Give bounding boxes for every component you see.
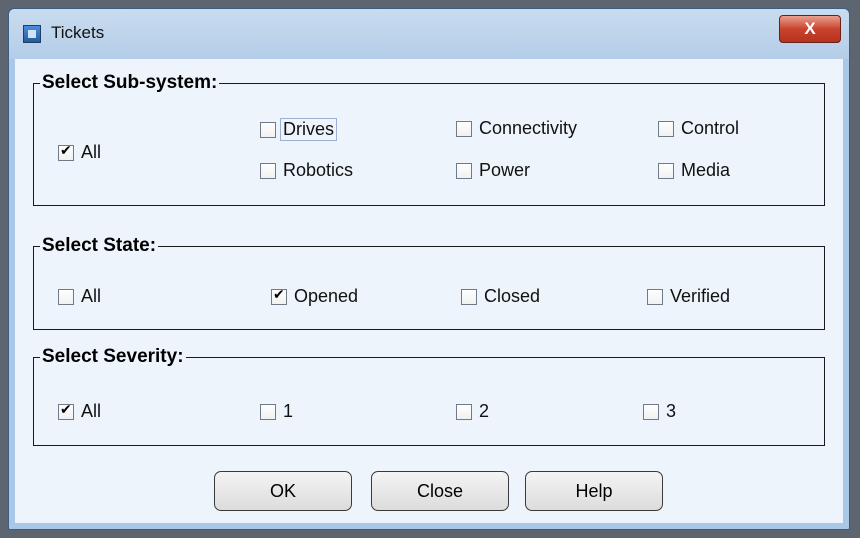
checkbox-label: 1	[283, 401, 294, 421]
state-legend: Select State:	[42, 235, 157, 256]
checkbox-box[interactable]	[58, 143, 74, 161]
window-close-button[interactable]: X	[779, 15, 841, 43]
checkbox-box[interactable]	[58, 288, 74, 305]
checkbox-label: All	[81, 401, 102, 421]
help-button[interactable]: Help	[525, 471, 663, 511]
dialog-content: Select Sub-system: All Drives Connectivi…	[15, 59, 843, 523]
checkbox-box[interactable]	[260, 121, 276, 138]
checkbox-box[interactable]	[456, 403, 472, 420]
checkbox-box[interactable]	[456, 120, 472, 137]
state-group: Select State:	[33, 236, 825, 330]
window-title: Tickets	[51, 23, 105, 42]
state-closed-checkbox[interactable]: Closed	[461, 286, 540, 307]
checkbox-label: All	[81, 286, 102, 306]
checkbox-box[interactable]	[260, 403, 276, 420]
subsystem-robotics-checkbox[interactable]: Robotics	[260, 160, 353, 181]
subsystem-media-checkbox[interactable]: Media	[658, 160, 730, 181]
tickets-dialog: Tickets X Select Sub-system: All Drives …	[8, 8, 850, 530]
state-opened-checkbox[interactable]: Opened	[271, 286, 358, 307]
checkbox-box[interactable]	[58, 402, 74, 420]
subsystem-control-checkbox[interactable]: Control	[658, 118, 739, 139]
subsystem-drives-checkbox[interactable]: Drives	[260, 118, 338, 141]
checkbox-box[interactable]	[461, 288, 477, 305]
state-all-checkbox[interactable]: All	[58, 286, 101, 307]
severity-all-checkbox[interactable]: All	[58, 401, 101, 422]
subsystem-group: Select Sub-system:	[33, 73, 825, 206]
severity-legend: Select Severity:	[42, 346, 184, 367]
checkbox-label: Verified	[670, 286, 731, 306]
subsystem-power-checkbox[interactable]: Power	[456, 160, 530, 181]
checkbox-label: Control	[681, 118, 740, 138]
checkbox-label: All	[81, 142, 102, 162]
checkbox-box[interactable]	[643, 403, 659, 420]
checkbox-box[interactable]	[647, 288, 663, 305]
severity-3-checkbox[interactable]: 3	[643, 401, 676, 422]
subsystem-all-checkbox[interactable]: All	[58, 142, 101, 163]
ok-button[interactable]: OK	[214, 471, 352, 511]
subsystem-connectivity-checkbox[interactable]: Connectivity	[456, 118, 577, 139]
severity-group: Select Severity:	[33, 347, 825, 446]
subsystem-legend: Select Sub-system:	[42, 72, 218, 93]
title-bar[interactable]: Tickets X	[9, 9, 849, 59]
checkbox-label: 2	[479, 401, 490, 421]
checkbox-box[interactable]	[456, 162, 472, 179]
checkbox-label: Robotics	[283, 160, 354, 180]
severity-2-checkbox[interactable]: 2	[456, 401, 489, 422]
app-icon	[23, 25, 41, 43]
close-button[interactable]: Close	[371, 471, 509, 511]
checkbox-label: 3	[666, 401, 677, 421]
checkbox-box[interactable]	[271, 287, 287, 305]
checkbox-box[interactable]	[658, 120, 674, 137]
severity-1-checkbox[interactable]: 1	[260, 401, 293, 422]
checkbox-label: Drives	[280, 118, 338, 141]
checkbox-label: Opened	[294, 286, 359, 306]
checkbox-label: Media	[681, 160, 731, 180]
checkbox-label: Connectivity	[479, 118, 578, 138]
checkbox-label: Power	[479, 160, 531, 180]
checkbox-label: Closed	[484, 286, 541, 306]
state-verified-checkbox[interactable]: Verified	[647, 286, 730, 307]
checkbox-box[interactable]	[260, 162, 276, 179]
checkbox-box[interactable]	[658, 162, 674, 179]
